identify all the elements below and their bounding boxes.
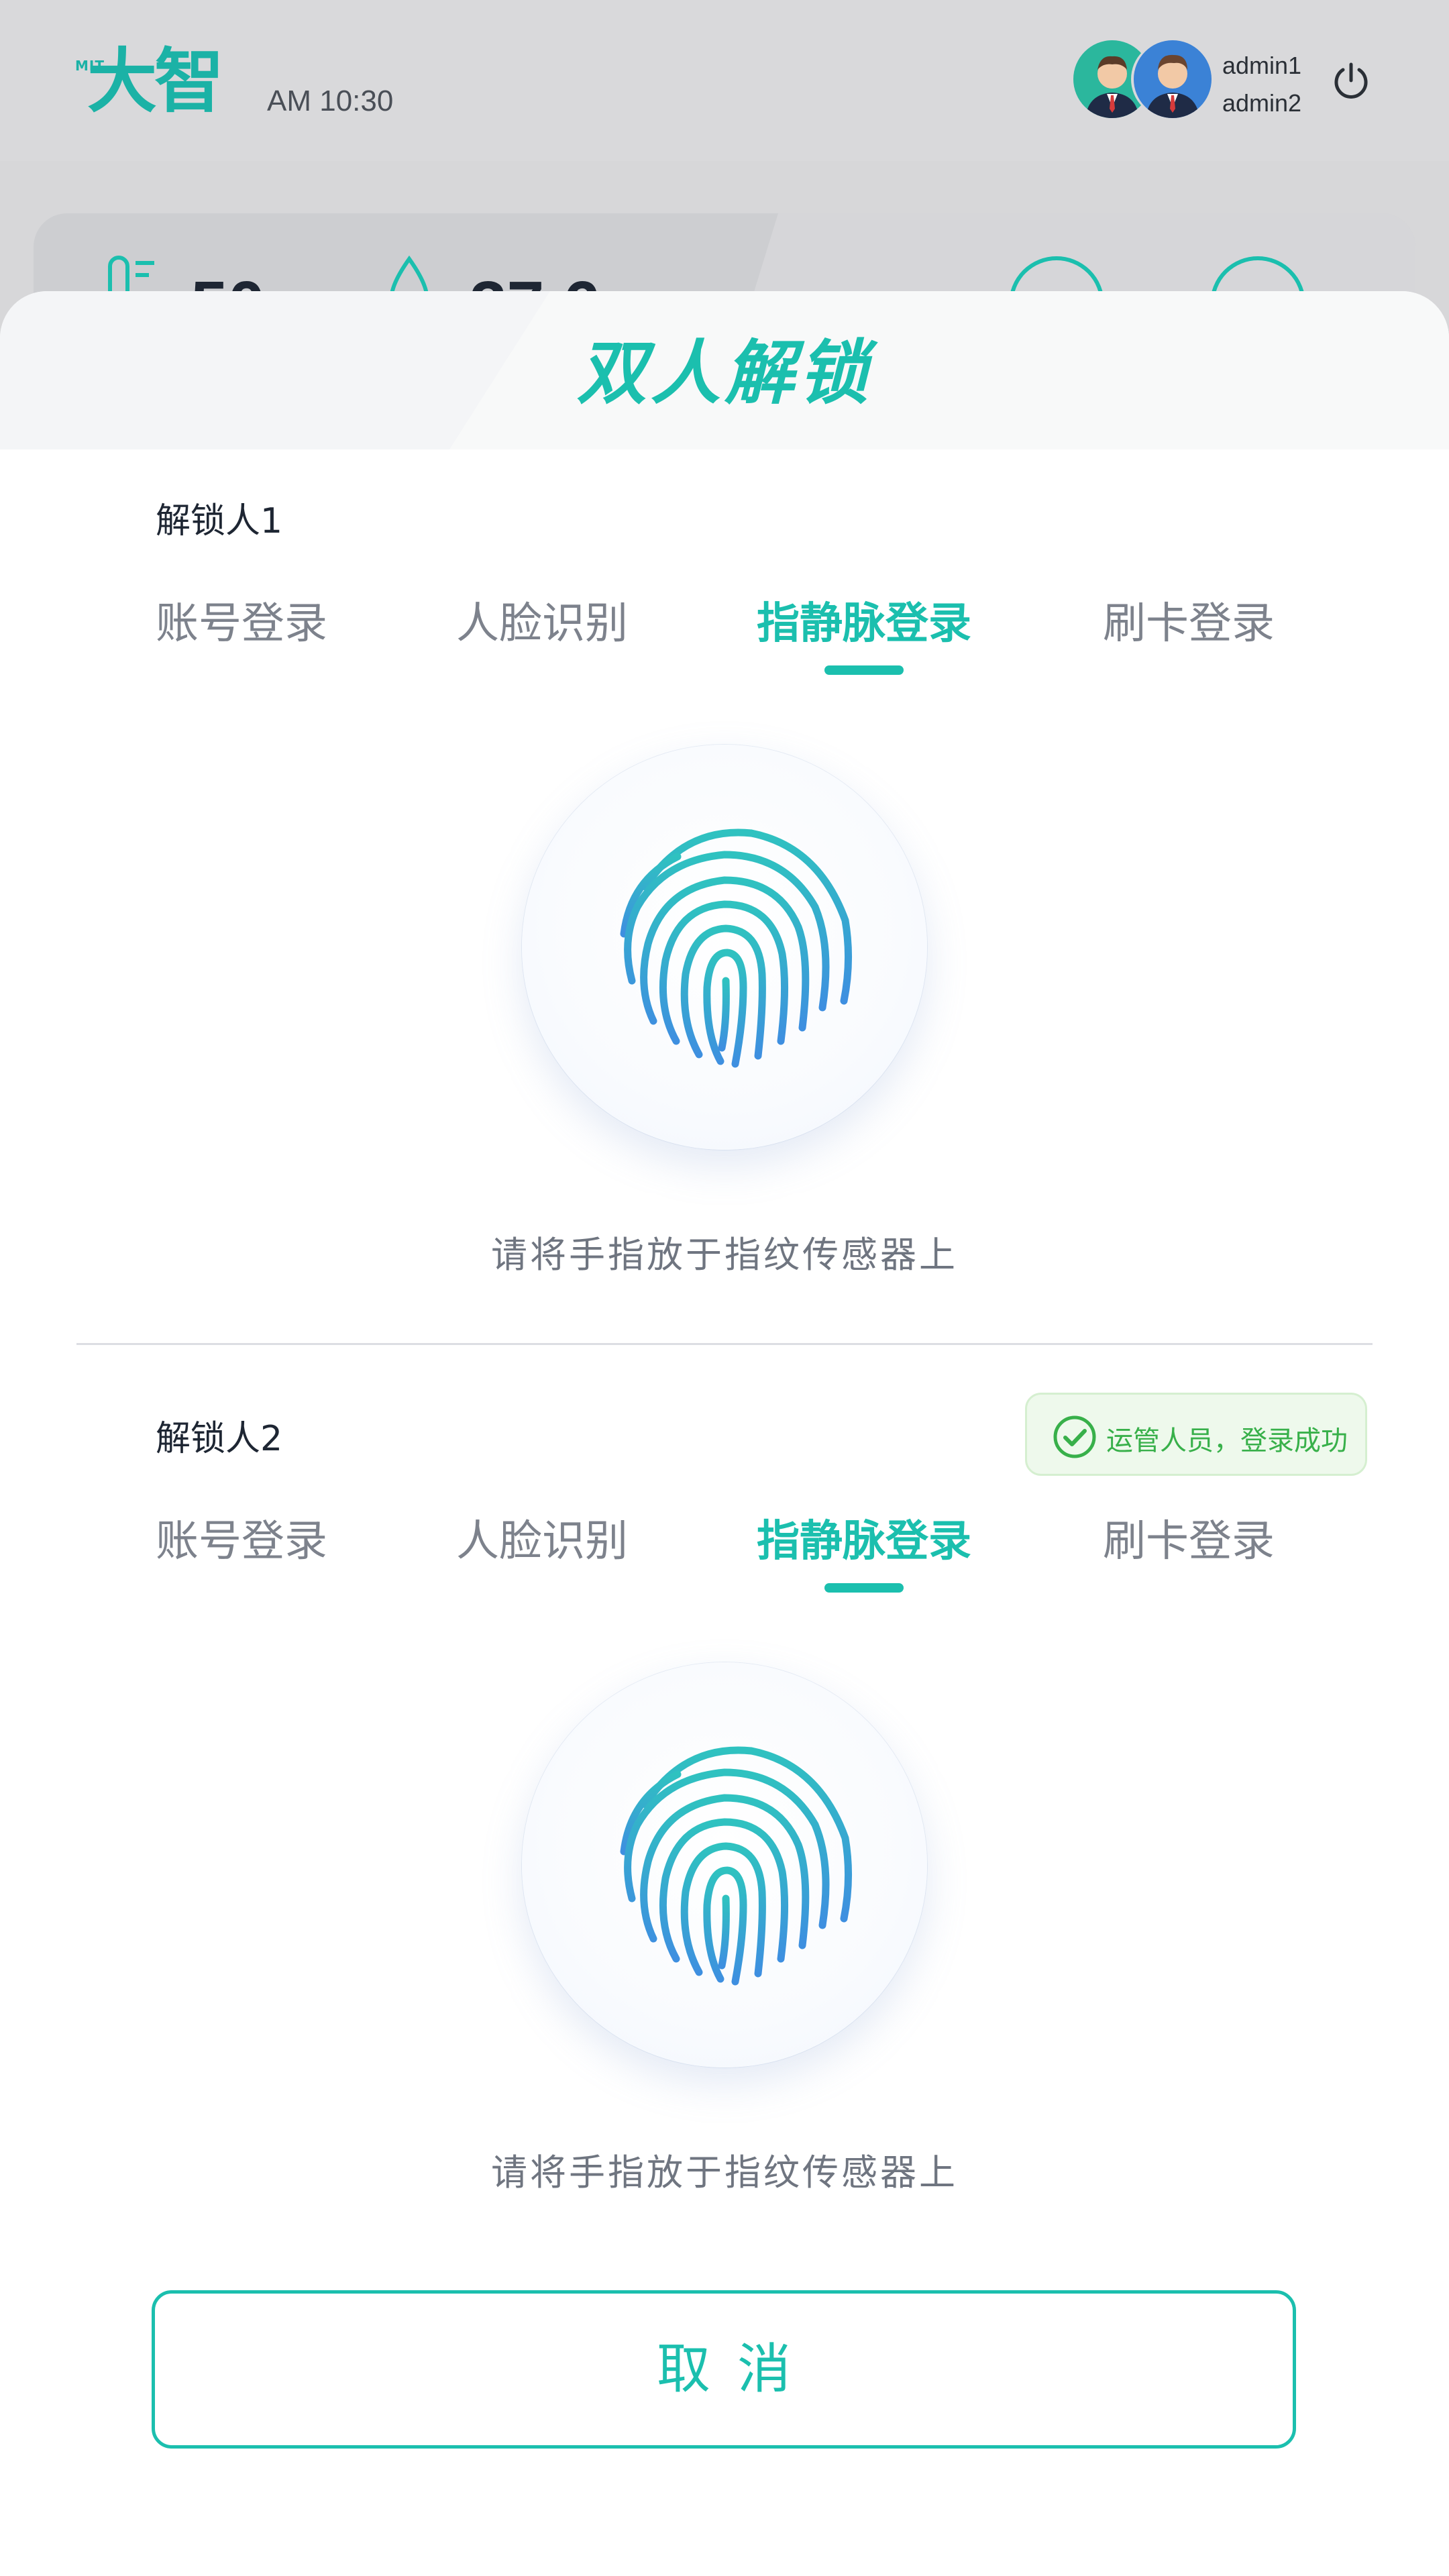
dialog-header: 双人解锁 [0, 291, 1449, 449]
user-name-2: admin2 [1222, 89, 1302, 117]
user-avatars[interactable] [1073, 40, 1212, 121]
top-bar: MIT 大智 AM 10:30 admin1 admin2 [0, 0, 1449, 161]
user-names: admin1 admin2 [1222, 47, 1301, 122]
unlocker-1-tab-account[interactable]: 账号登录 [156, 590, 327, 657]
dialog-title: 双人解锁 [576, 332, 872, 414]
unlocker-2-success-badge: 运管人员，登录成功 [1025, 1393, 1367, 1476]
unlocker-2-tab-account[interactable]: 账号登录 [156, 1508, 327, 1575]
power-icon[interactable] [1330, 59, 1373, 102]
section-divider [76, 1343, 1373, 1345]
unlocker-1-tab-card[interactable]: 刷卡登录 [1103, 590, 1275, 657]
unlocker-1-tab-face[interactable]: 人脸识别 [456, 590, 628, 657]
unlocker-2-tab-face[interactable]: 人脸识别 [456, 1508, 628, 1575]
unlocker-2-tab-finger-vein[interactable]: 指静脉登录 [757, 1508, 971, 1593]
unlocker-2-fingerprint-sensor[interactable] [522, 1662, 927, 2068]
unlocker-1-tabs: 账号登录 人脸识别 指静脉登录 刷卡登录 [0, 590, 1449, 678]
success-status-text: 运管人员，登录成功 [1106, 1426, 1348, 1456]
user-name-1: admin1 [1222, 52, 1302, 79]
unlocker-1-label: 解锁人1 [156, 501, 283, 541]
unlocker-1-fingerprint-sensor[interactable] [522, 745, 927, 1150]
unlocker-2-hint: 请将手指放于指纹传感器上 [491, 2151, 958, 2194]
unlocker-2-label: 解锁人2 [156, 1419, 283, 1459]
clock-time: AM 10:30 [267, 85, 394, 117]
check-circle-icon [1053, 1415, 1096, 1458]
unlocker-1-hint: 请将手指放于指纹传感器上 [491, 1234, 958, 1276]
unlocker-1-tab-finger-vein[interactable]: 指静脉登录 [757, 590, 971, 675]
dual-unlock-dialog: 双人解锁 解锁人1 账号登录 人脸识别 指静脉登录 刷卡登录 请将手指放于指纹传… [0, 291, 1449, 2576]
fingerprint-icon [620, 828, 853, 1068]
avatar-admin2 [1134, 40, 1212, 118]
unlocker-2-tab-card[interactable]: 刷卡登录 [1103, 1508, 1275, 1575]
fingerprint-icon [620, 1746, 853, 1986]
unlocker-2-tabs: 账号登录 人脸识别 指静脉登录 刷卡登录 [0, 1508, 1449, 1595]
cancel-button[interactable]: 取消 [152, 2290, 1296, 2449]
logo-brand-text: 大智 [87, 40, 224, 122]
app-logo: MIT 大智 [75, 42, 250, 122]
